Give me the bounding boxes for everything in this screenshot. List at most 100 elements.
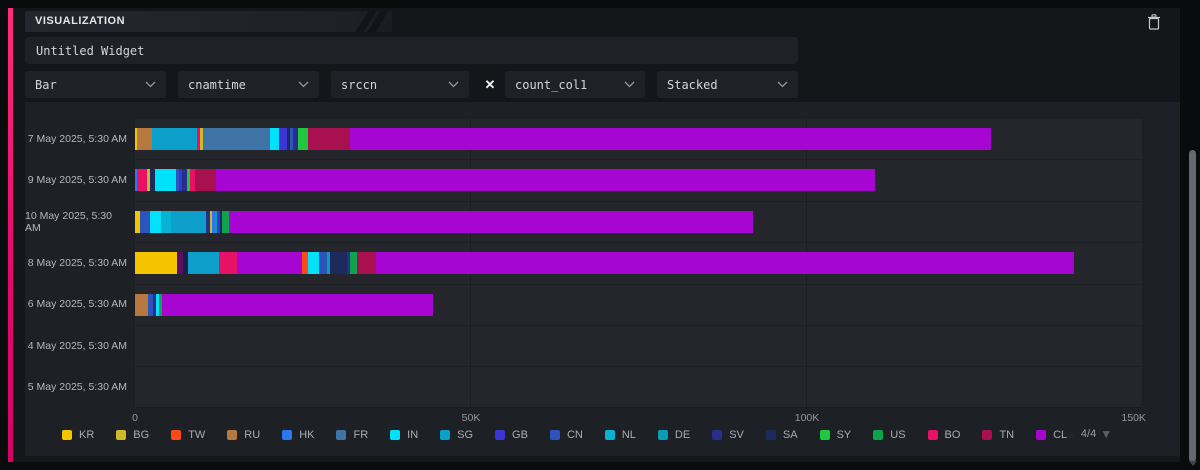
bar-segment-IN[interactable]	[308, 252, 319, 275]
vertical-scrollbar-thumb[interactable]	[1189, 150, 1196, 462]
bar-segment-SG[interactable]	[188, 252, 219, 275]
legend-item-TW[interactable]: TW	[171, 429, 205, 441]
x-tick-label: 100K	[794, 412, 820, 424]
bar-segment-TN[interactable]	[307, 128, 350, 150]
legend-swatch-icon	[982, 430, 993, 440]
bar-segment-BO[interactable]	[137, 169, 148, 192]
bar-segment-CL[interactable]	[216, 169, 875, 192]
close-icon: ✕	[484, 76, 496, 92]
y-axis-label: 10 May 2025, 5:30 AM	[25, 209, 112, 234]
y-axis-labels: 7 May 2025, 5:30 AM 9 May 2025, 5:30 AM 10…	[25, 118, 127, 408]
legend-label: SG	[457, 429, 474, 441]
stacked-bar	[135, 128, 992, 150]
bar-segment-NL[interactable]	[161, 210, 171, 233]
chevron-down-icon	[624, 81, 635, 88]
bar-segment-TN[interactable]	[357, 252, 376, 275]
bar-segment-CL[interactable]	[161, 293, 433, 316]
legend-item-SV[interactable]: SV	[712, 429, 744, 441]
bar-segment-SG[interactable]	[151, 128, 197, 150]
bar-segment-GB[interactable]	[278, 128, 287, 150]
legend-label: US	[890, 429, 906, 441]
bar-segment-CN[interactable]	[318, 252, 328, 275]
split-by-field-dropdown[interactable]: srccn	[331, 71, 469, 98]
bar-segment-CL[interactable]	[349, 128, 992, 150]
widget-name-input[interactable]	[25, 37, 798, 64]
bar-segment-RU[interactable]	[135, 293, 149, 316]
x-tick-label: 0	[132, 412, 138, 424]
bar-row	[135, 325, 1143, 366]
remove-split-field-button[interactable]: ✕	[478, 71, 502, 98]
legend-item-RU[interactable]: RU	[227, 429, 260, 441]
bar-segment-RU[interactable]	[136, 128, 152, 150]
x-axis-ticks: 0 50K 100K 150K	[132, 412, 1146, 426]
bar-segment-CN[interactable]	[139, 210, 151, 233]
bar-segment-CL[interactable]	[229, 210, 754, 233]
bar-segment-KR[interactable]	[135, 252, 178, 275]
bar-segment-US[interactable]	[222, 210, 230, 233]
legend-swatch-icon	[440, 430, 451, 440]
legend-item-SA[interactable]: SA	[765, 429, 798, 441]
legend-swatch-icon	[282, 430, 293, 440]
chart-type-value: Bar	[35, 77, 57, 92]
legend-label: BO	[944, 429, 961, 441]
legend-item-KR[interactable]: KR	[62, 429, 94, 441]
legend-label: SY	[836, 429, 852, 441]
x-tick-label: 150K	[1121, 412, 1146, 424]
bar-segment-CL[interactable]	[375, 252, 1075, 275]
legend-item-IN[interactable]: IN	[390, 429, 418, 441]
legend-item-US[interactable]: US	[873, 429, 906, 441]
chevron-down-icon	[298, 81, 309, 88]
page-down-button[interactable]: ▼	[1100, 427, 1112, 441]
chart-type-dropdown[interactable]: Bar	[25, 71, 166, 98]
legend-label: IN	[407, 429, 419, 441]
legend-item-DE[interactable]: DE	[657, 429, 690, 441]
bar-segment-IN[interactable]	[155, 169, 176, 192]
bar-segment-CL[interactable]	[236, 252, 302, 275]
bar-row	[135, 118, 1143, 159]
bar-segment-TN[interactable]	[195, 169, 217, 192]
legend-item-SG[interactable]: SG	[440, 429, 473, 441]
bar-segment-SY[interactable]	[297, 128, 308, 150]
bar-segment-IN[interactable]	[150, 210, 162, 233]
legend-label: RU	[244, 429, 261, 441]
delete-widget-button[interactable]	[1144, 12, 1164, 32]
bar-segment-SG[interactable]	[170, 210, 207, 233]
legend-item-HK[interactable]: HK	[282, 429, 314, 441]
legend-item-BG[interactable]: BG	[116, 429, 149, 441]
legend-swatch-icon	[1036, 430, 1047, 440]
legend-item-GB[interactable]: GB	[495, 429, 528, 441]
legend-item-SY[interactable]: SY	[819, 429, 852, 441]
legend-item-BO[interactable]: BO	[927, 429, 961, 441]
trash-icon	[1148, 14, 1160, 30]
bar-segment-SA[interactable]	[329, 252, 348, 275]
legend-swatch-icon	[227, 430, 238, 440]
y-axis-label: 5 May 2025, 5:30 AM	[27, 381, 127, 394]
visualization-header: VISUALIZATION	[25, 11, 392, 32]
legend-label: CN	[566, 429, 583, 441]
stack-mode-dropdown[interactable]: Stacked	[657, 71, 798, 98]
legend-swatch-icon	[604, 430, 615, 440]
page-up-button[interactable]: ▲	[1065, 427, 1077, 441]
legend-label: TW	[188, 429, 206, 441]
legend-label: NL	[621, 429, 636, 441]
scrollbar-down-arrow[interactable]	[1189, 461, 1197, 466]
chevron-down-icon	[777, 81, 788, 88]
legend-item-CL[interactable]: CL	[1036, 429, 1067, 441]
y-axis-field-dropdown[interactable]: count_col1	[505, 71, 645, 98]
bar-segment-IN[interactable]	[270, 128, 279, 150]
bar-segment-US[interactable]	[349, 252, 358, 275]
x-axis-field-dropdown[interactable]: cnamtime	[178, 71, 319, 98]
legend-item-NL[interactable]: NL	[604, 429, 636, 441]
legend-label: SV	[729, 429, 744, 441]
legend-swatch-icon	[62, 430, 72, 440]
legend-label: SA	[782, 429, 798, 441]
legend-item-TN[interactable]: TN	[982, 429, 1014, 441]
split-by-field-value: srccn	[341, 77, 378, 92]
bar-segment-BO[interactable]	[218, 252, 237, 275]
y-axis-label: 9 May 2025, 5:30 AM	[27, 174, 127, 187]
bar-segment-FR[interactable]	[202, 128, 271, 150]
legend-swatch-icon	[927, 430, 938, 440]
legend-item-CN[interactable]: CN	[549, 429, 583, 441]
legend-item-FR[interactable]: FR	[336, 429, 368, 441]
legend-swatch-icon	[712, 430, 723, 440]
